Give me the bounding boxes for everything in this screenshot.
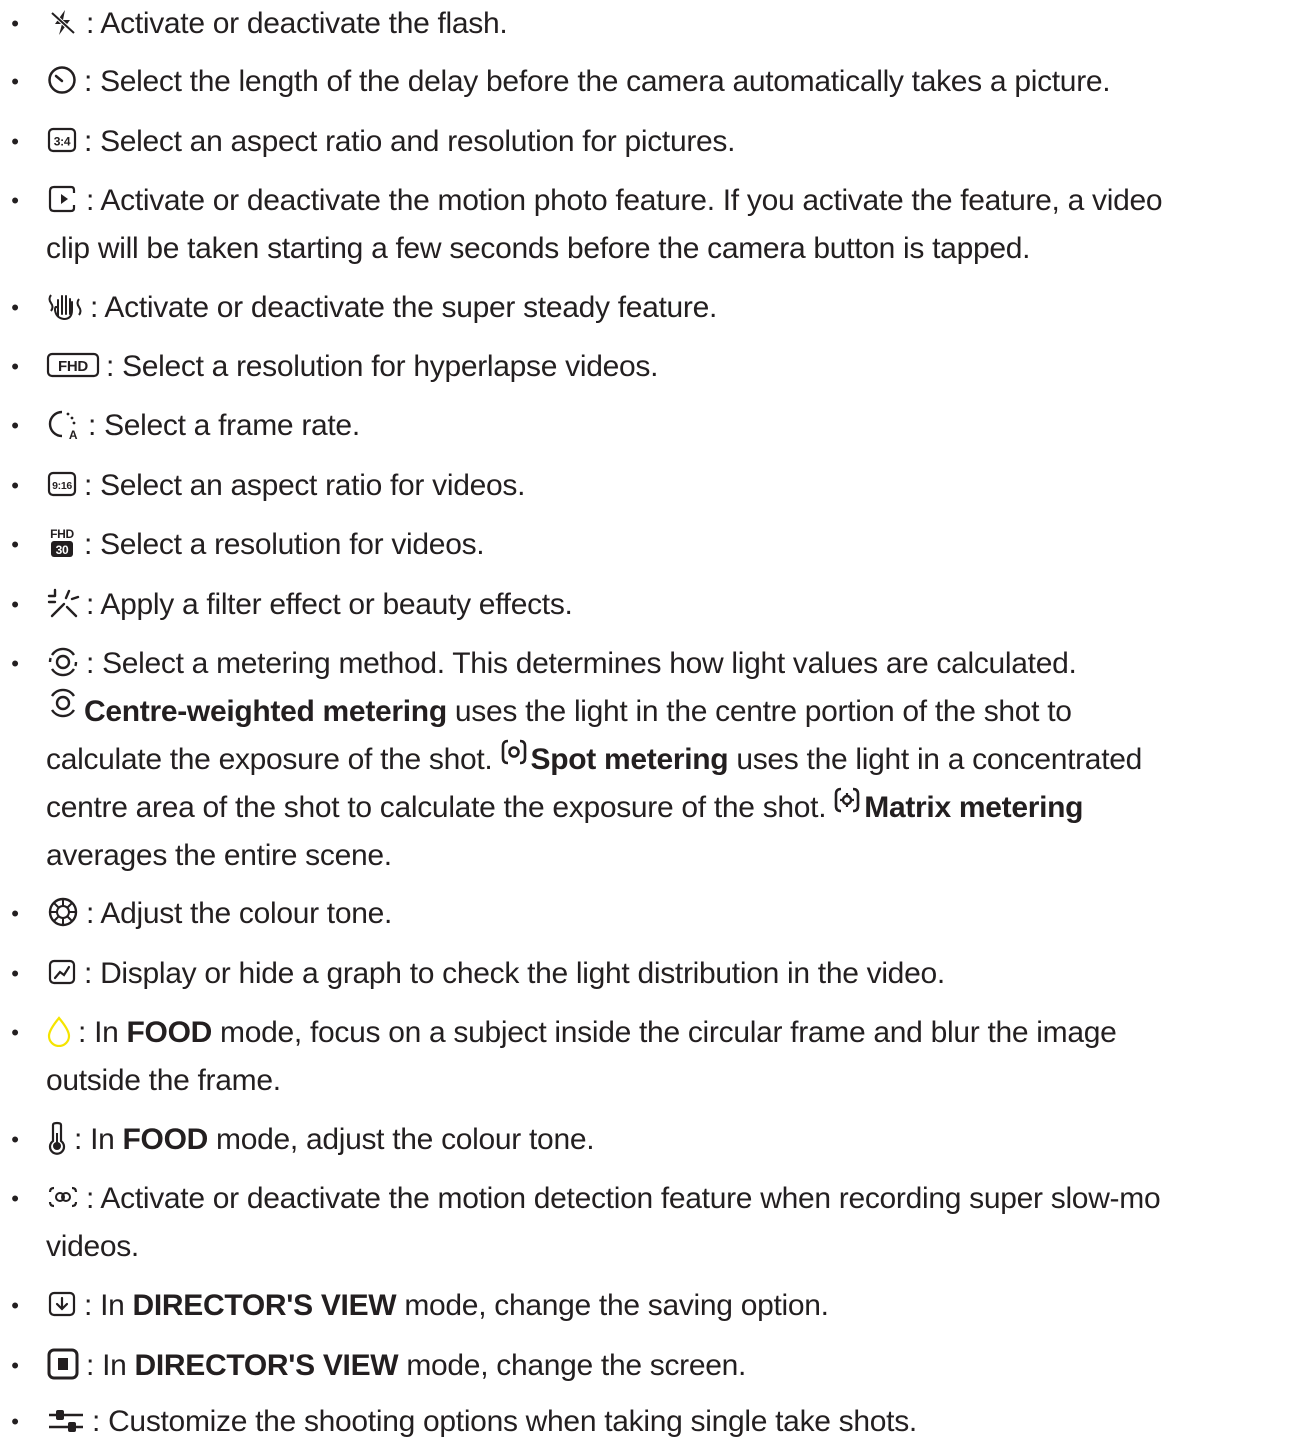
svg-text:3:4: 3:4 [54,135,71,149]
bullet: • [11,1127,19,1152]
bullet: • [11,69,19,94]
centre-weighted-metering-icon [46,686,80,734]
item-text: : Display or hide a graph to check the l… [84,957,945,990]
bullet: • [11,1409,19,1434]
item-text: : Activate or deactivate the super stead… [90,291,718,324]
colour-tone-icon [46,895,80,929]
timer-icon [46,64,78,96]
motion-detection-icon [46,1182,80,1212]
directors-view-mode-label: DIRECTOR'S VIEW [132,1289,397,1322]
bullet: • [11,129,19,154]
bullet: • [11,1353,19,1378]
thermometer-icon [46,1121,68,1155]
item-text-continued: outside the frame. [46,1064,281,1097]
item-text: uses the light in the centre portion of … [446,695,1072,728]
directors-view-mode-label: DIRECTOR'S VIEW [134,1349,399,1382]
item-text: centre area of the shot to calculate the… [46,791,827,824]
item-text: : Select a resolution for videos. [84,528,485,561]
item-text: : Activate or deactivate the motion phot… [86,184,1163,217]
centre-weighted-metering-label: Centre-weighted metering [84,695,447,728]
svg-text:A: A [69,428,78,440]
svg-text:FHD: FHD [50,527,74,541]
bullet: • [11,1186,19,1211]
item-text: : Select a metering method. This determi… [86,647,1077,680]
filter-effects-icon [46,587,80,619]
item-text: calculate the exposure of the shot. [46,743,493,776]
metering-icon [46,646,80,678]
item-text: : In [84,1289,133,1322]
item-text: : In [86,1349,135,1382]
item-text: : Select the length of the delay before … [84,65,1111,98]
aspect-ratio-3-4-icon: 3:4 [46,125,78,155]
food-focus-drop-icon [46,1015,72,1048]
aspect-ratio-9-16-icon: 9:16 [46,469,78,499]
fhd-resolution-icon: FHD [46,350,100,380]
item-text: : Apply a filter effect or beauty effect… [86,588,573,621]
flash-off-icon [46,7,80,37]
bullet: • [11,532,19,557]
bullet: • [11,961,19,986]
svg-text:FHD: FHD [58,358,88,375]
svg-text:9:16: 9:16 [52,480,72,492]
histogram-graph-icon [46,957,78,987]
item-text: mode, focus on a subject inside the circ… [212,1016,1117,1049]
motion-photo-icon [46,184,80,214]
item-text: : In [74,1123,123,1156]
bullet: • [11,188,19,213]
save-option-icon [46,1289,78,1319]
video-resolution-fhd30-icon: FHD 30 [46,526,78,560]
item-text: : Adjust the colour tone. [86,897,393,930]
bullet: • [11,295,19,320]
shooting-options-sliders-icon [46,1405,86,1435]
item-text: mode, change the saving option. [396,1289,829,1322]
matrix-metering-label: Matrix metering [864,791,1084,824]
item-text-continued: clip will be taken starting a few second… [46,232,1031,265]
food-mode-label: FOOD [122,1123,209,1156]
bullet: • [11,1293,19,1318]
item-text-continued: videos. [46,1230,139,1263]
item-text: : Activate or deactivate the flash. [86,7,508,40]
frame-rate-auto-icon: A [46,408,82,440]
item-text: : Select an aspect ratio for videos. [84,469,526,502]
bullet: • [11,1020,19,1045]
bullet: • [11,901,19,926]
item-text: : Select a frame rate. [88,409,360,442]
spot-metering-icon [501,734,527,782]
super-steady-hand-icon [46,290,84,322]
bullet: • [11,592,19,617]
item-text: : Customize the shooting options when ta… [92,1405,917,1438]
bullet: • [11,473,19,498]
item-text: uses the light in a concentrated [728,743,1143,776]
bullet: • [11,11,19,36]
item-text: : Activate or deactivate the motion dete… [86,1182,1161,1215]
item-text: mode, change the screen. [398,1349,747,1382]
bullet: • [11,651,19,676]
food-mode-label: FOOD [126,1016,213,1049]
matrix-metering-icon [834,782,860,830]
bullet: • [11,413,19,438]
item-text: : Select a resolution for hyperlapse vid… [106,350,659,383]
item-text: : Select an aspect ratio and resolution … [84,125,736,158]
screen-change-icon [46,1347,80,1381]
item-text: mode, adjust the colour tone. [208,1123,595,1156]
svg-text:30: 30 [56,543,69,557]
spot-metering-label: Spot metering [530,743,729,776]
item-text: : In [78,1016,127,1049]
item-text-continued: averages the entire scene. [46,839,392,872]
bullet: • [11,354,19,379]
